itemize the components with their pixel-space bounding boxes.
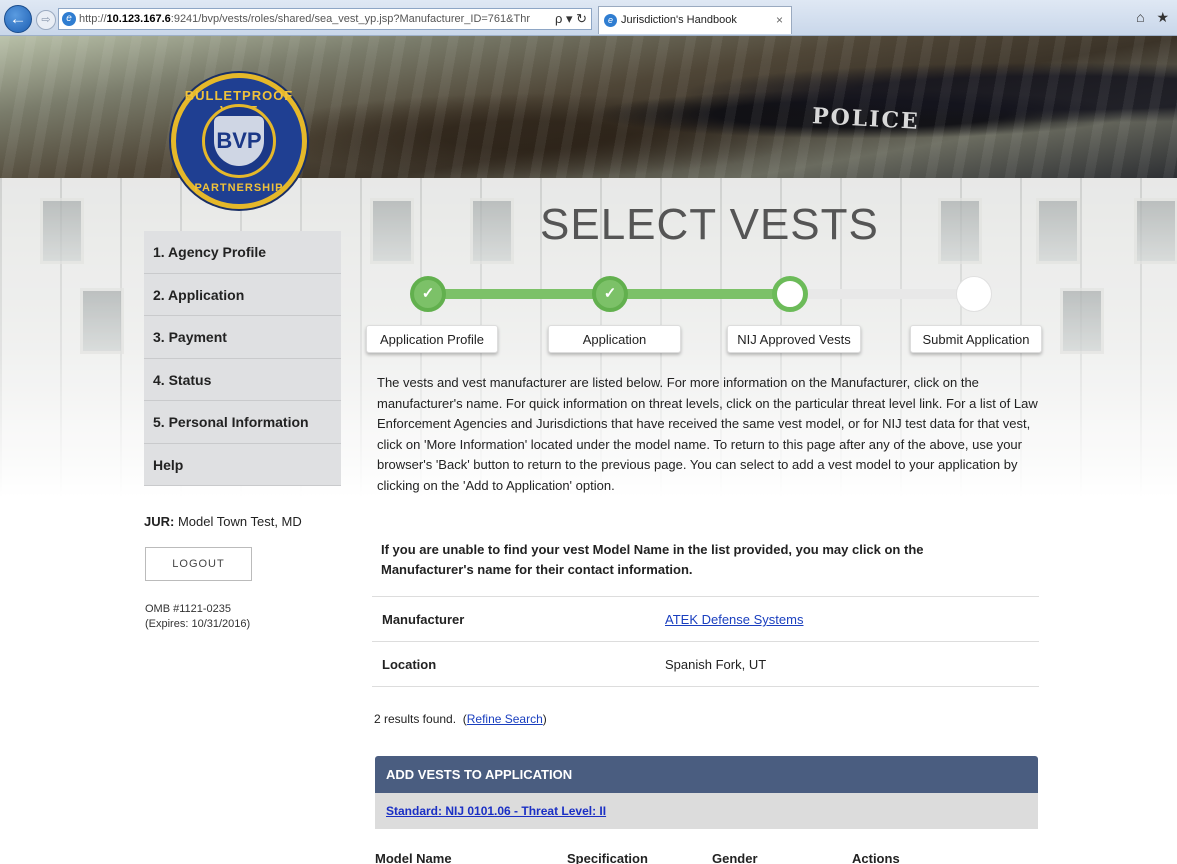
browser-tab[interactable]: e Jurisdiction's Handbook × [598, 6, 792, 34]
sidebar-item-help[interactable]: Help [144, 443, 341, 486]
sidebar-item-payment[interactable]: 3. Payment [144, 316, 341, 359]
sidebar-item-application[interactable]: 2. Application [144, 273, 341, 316]
column-specification: Specification [567, 851, 648, 864]
step-label-nij-approved-vests[interactable]: NIJ Approved Vests [727, 325, 861, 353]
home-favorites-icons[interactable]: ⌂ ★ [1136, 9, 1173, 26]
ie-page-icon: e [62, 12, 76, 26]
sidebar-nav: 1. Agency Profile 2. Application 3. Paym… [144, 231, 341, 486]
manufacturer-label: Manufacturer [382, 612, 465, 627]
location-label: Location [382, 657, 437, 672]
step-3-current-circle [772, 276, 808, 312]
location-row: Location Spanish Fork, UT [372, 642, 1039, 687]
address-url[interactable]: http://10.123.167.6:9241/bvp/vests/roles… [79, 13, 530, 25]
manufacturer-info-table: Manufacturer ATEK Defense Systems Locati… [372, 596, 1039, 687]
bvp-logo: BULLETPROOF VEST BVP PARTNERSHIP [171, 73, 307, 209]
add-vests-panel: ADD VESTS TO APPLICATION Standard: NIJ 0… [375, 756, 1038, 864]
forward-arrow-icon[interactable]: ⇨ [36, 10, 56, 30]
jurisdiction-label: JUR: [144, 514, 175, 529]
manufacturer-link[interactable]: ATEK Defense Systems [665, 612, 803, 627]
jurisdiction-value: Model Town Test, MD [177, 514, 302, 529]
location-value: Spanish Fork, UT [665, 657, 767, 672]
jurisdiction-info: JUR: Model Town Test, MD [144, 514, 302, 529]
step-1-check-icon: ✓ [410, 276, 446, 312]
page-title: SELECT VESTS [540, 200, 879, 249]
notice-text: If you are unable to find your vest Mode… [381, 542, 924, 577]
step-label-application[interactable]: Application [548, 325, 681, 353]
stepper-bar-remaining [786, 289, 976, 299]
browser-toolbar: ← ⇨ e http://10.123.167.6:9241/bvp/vests… [0, 0, 1177, 36]
logout-button[interactable]: LOGOUT [145, 547, 252, 581]
progress-stepper: ✓ ✓ Application Profile Application NIJ … [366, 272, 1042, 354]
logo-badge: BVP [214, 116, 264, 166]
address-bar[interactable]: e http://10.123.167.6:9241/bvp/vests/rol… [58, 8, 592, 30]
threat-level-link[interactable]: Standard: NIJ 0101.06 - Threat Level: II [386, 804, 606, 818]
omb-info: OMB #1121-0235 (Expires: 10/31/2016) [145, 602, 250, 632]
column-gender: Gender [712, 851, 758, 864]
step-2-check-icon: ✓ [592, 276, 628, 312]
standard-row: Standard: NIJ 0101.06 - Threat Level: II [375, 793, 1038, 829]
column-actions: Actions [852, 851, 900, 864]
instructions-text: The vests and vest manufacturer are list… [377, 375, 1038, 493]
sidebar-item-status[interactable]: 4. Status [144, 358, 341, 401]
omb-number: OMB #1121-0235 [145, 603, 232, 615]
manufacturer-row: Manufacturer ATEK Defense Systems [372, 597, 1039, 642]
tab-title: Jurisdiction's Handbook [621, 14, 737, 26]
step-label-submit-application[interactable]: Submit Application [910, 325, 1042, 353]
refine-search-link[interactable]: Refine Search [467, 712, 543, 726]
close-tab-icon[interactable]: × [776, 7, 783, 33]
omb-expiry: (Expires: 10/31/2016) [145, 618, 251, 630]
step-4-pending-circle [956, 276, 992, 312]
sidebar-item-agency-profile[interactable]: 1. Agency Profile [144, 231, 341, 274]
vest-table-header: Model Name Specification Gender Actions [375, 829, 1038, 864]
results-summary: 2 results found. (Refine Search) [374, 712, 547, 726]
logo-bottom-text: PARTNERSHIP [194, 182, 284, 194]
banner-police-text: POLICE [811, 103, 921, 135]
back-arrow-icon[interactable]: ← [4, 5, 32, 33]
results-count: 2 results found. [374, 712, 457, 726]
column-model-name: Model Name [375, 851, 452, 864]
search-refresh-icon[interactable]: ρ ▾ ↻ [550, 9, 587, 29]
sidebar-item-personal-information[interactable]: 5. Personal Information [144, 401, 341, 444]
panel-header: ADD VESTS TO APPLICATION [375, 756, 1038, 793]
step-label-application-profile[interactable]: Application Profile [366, 325, 498, 353]
ie-tab-icon: e [604, 14, 617, 27]
